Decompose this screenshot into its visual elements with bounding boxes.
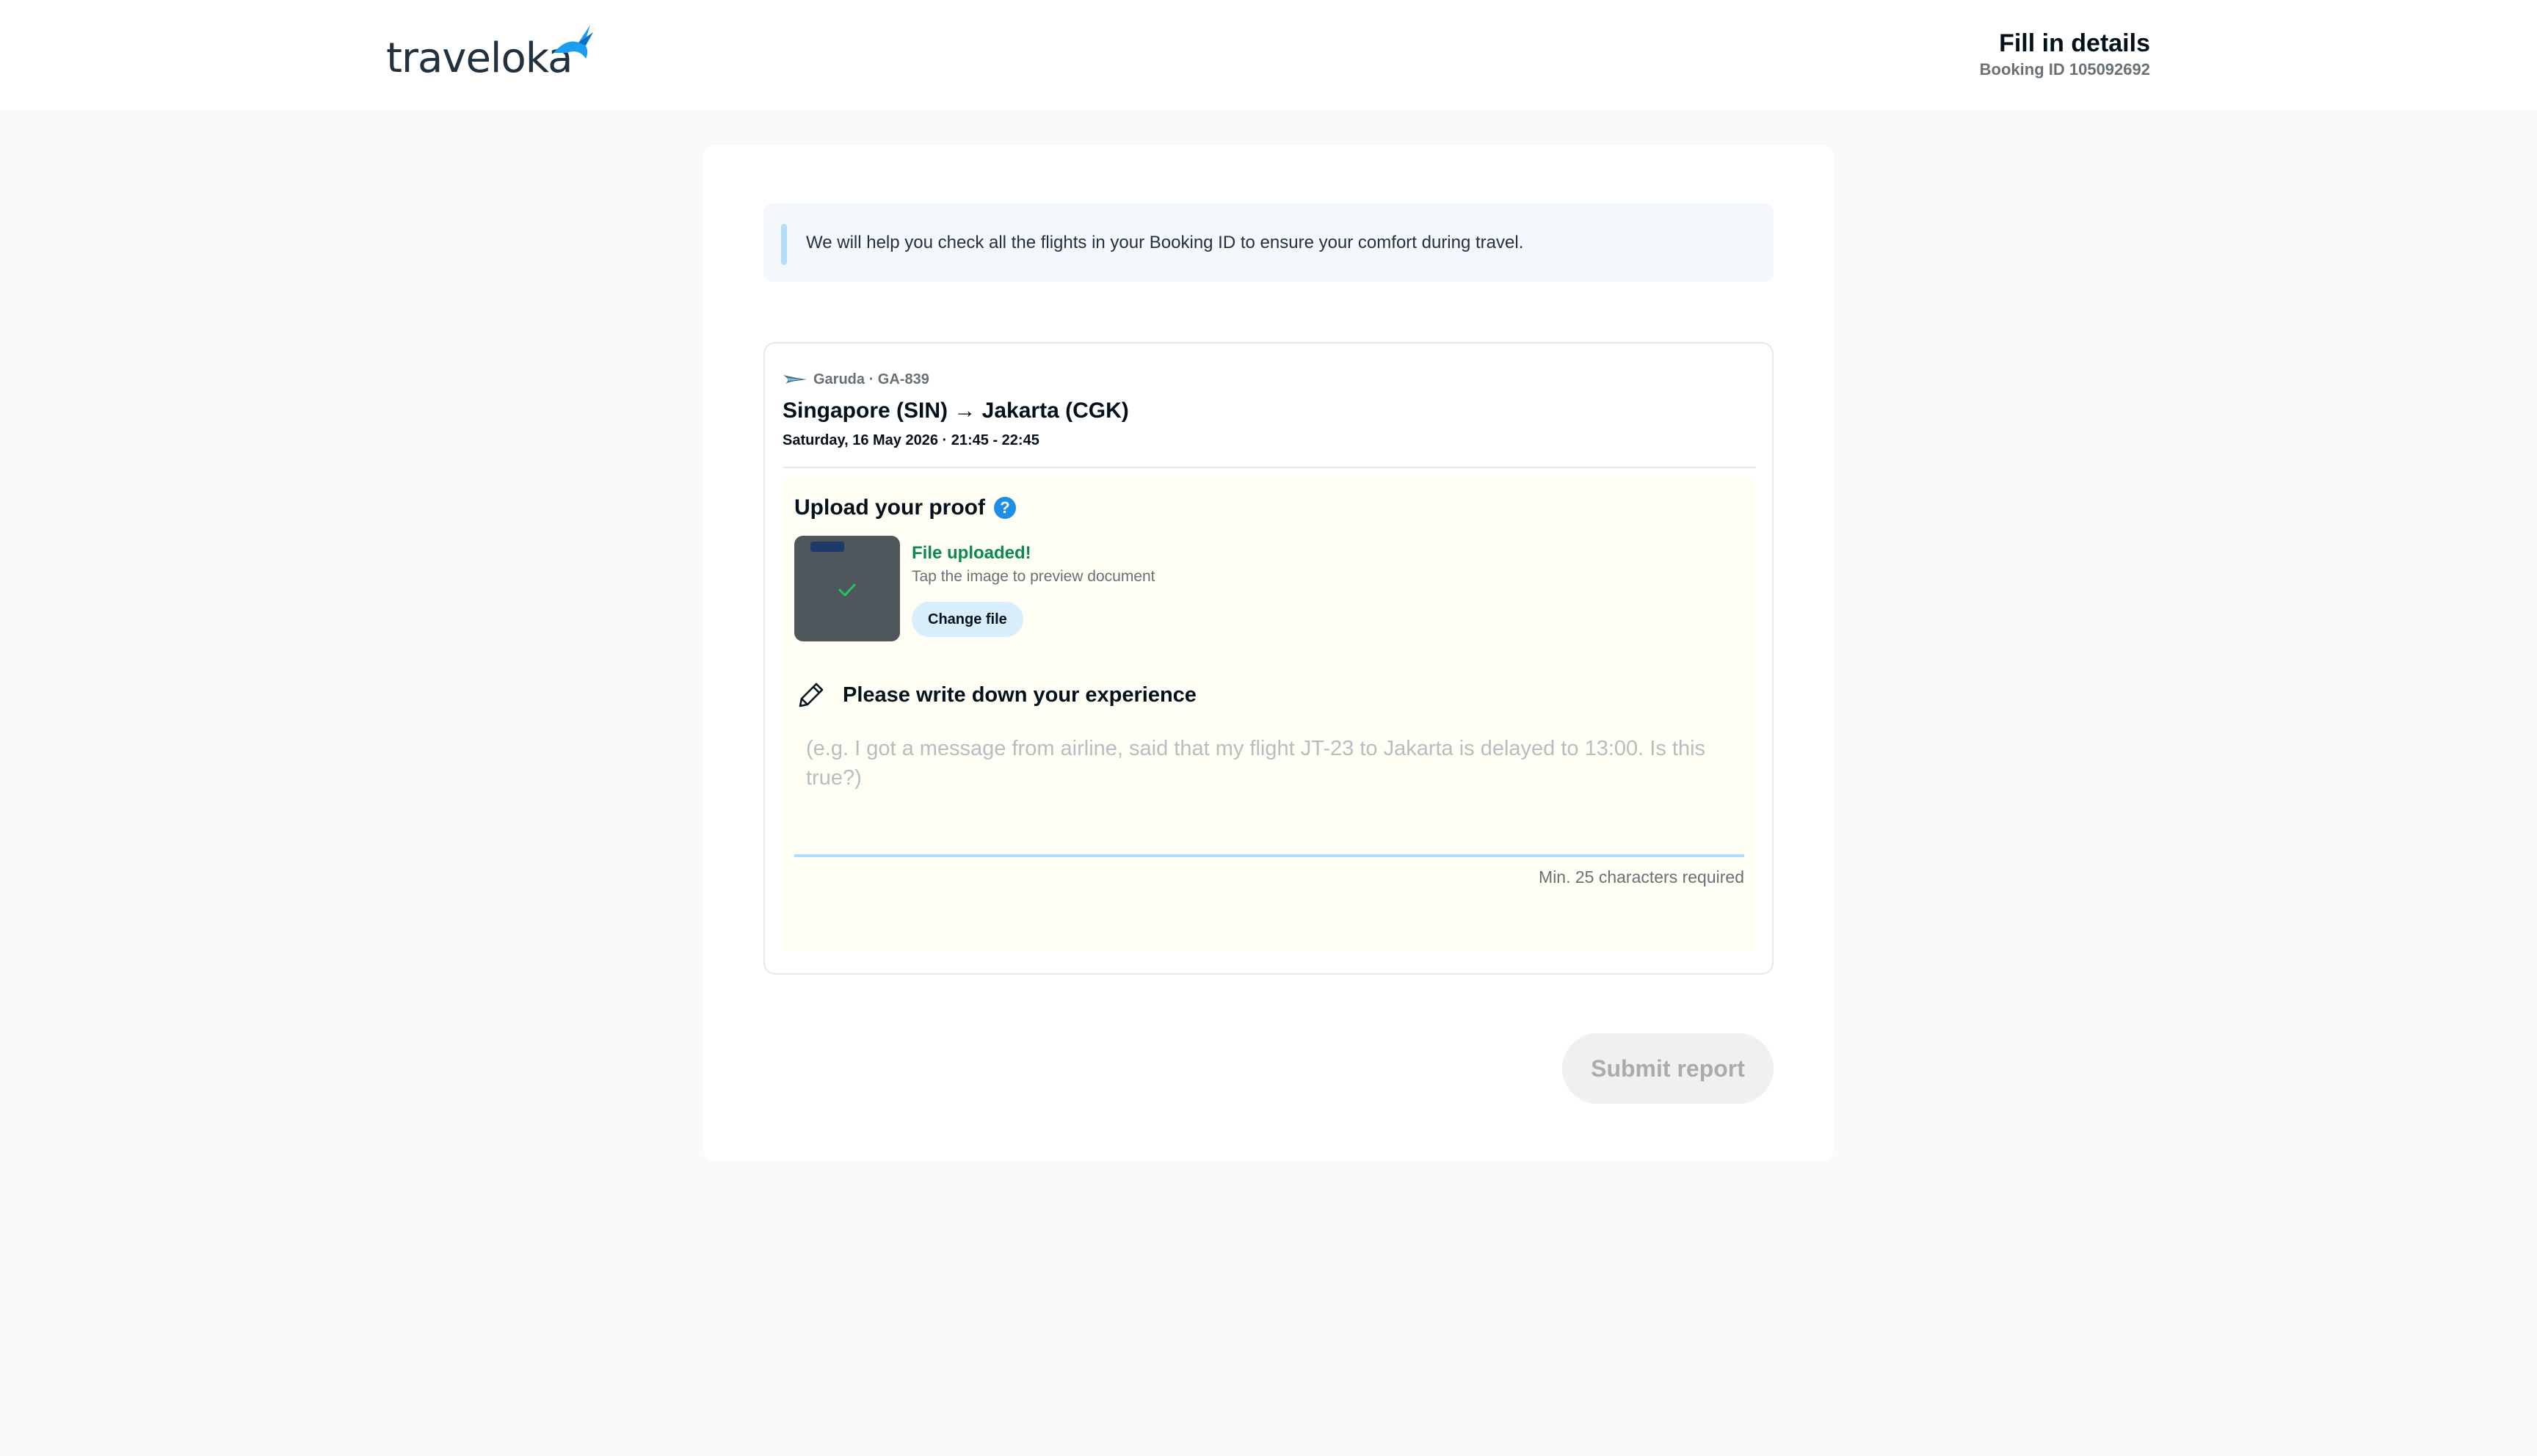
upload-panel: Upload your proof ? File uploaded! Tap t… — [783, 476, 1756, 950]
flight-datetime: Saturday, 16 May 2026 · 21:45 - 22:45 — [783, 432, 1039, 448]
document-preview — [810, 542, 844, 552]
info-text: We will help you check all the flights i… — [806, 233, 1524, 252]
min-characters-hint: Min. 25 characters required — [1539, 867, 1744, 887]
upload-hint: Tap the image to preview document — [912, 568, 1155, 585]
info-accent-bar — [781, 224, 787, 265]
pencil-icon — [799, 682, 824, 707]
help-icon[interactable]: ? — [993, 497, 1016, 519]
upload-title: Upload your proof ? — [794, 493, 1016, 523]
bird-logo-icon — [554, 25, 593, 59]
flight-card: Garuda · GA-839 Singapore (SIN) → Jakart… — [763, 342, 1774, 975]
traveloka-logo[interactable]: traveloka — [386, 21, 593, 82]
garuda-airline-icon — [783, 375, 807, 384]
top-bar: traveloka Fill in details Booking ID 105… — [0, 0, 2537, 110]
airline-row: Garuda · GA-839 — [783, 370, 929, 389]
upload-title-text: Upload your proof — [794, 495, 985, 520]
uploaded-file-thumbnail[interactable] — [794, 536, 900, 641]
change-file-button[interactable]: Change file — [912, 602, 1023, 637]
info-banner: We will help you check all the flights i… — [763, 203, 1774, 282]
divider — [783, 467, 1756, 468]
header-info: Fill in details Booking ID 105092692 — [1980, 28, 2150, 81]
page-title: Fill in details — [1999, 29, 2150, 57]
booking-id: Booking ID 105092692 — [1979, 60, 2150, 79]
checkmark-icon — [838, 583, 856, 597]
experience-title: Please write down your experience — [843, 683, 1197, 707]
upload-status: File uploaded! — [912, 543, 1031, 563]
flight-route: Singapore (SIN) → Jakarta (CGK) — [783, 398, 1129, 423]
experience-textarea[interactable] — [794, 725, 1744, 857]
submit-report-button[interactable]: Submit report — [1562, 1033, 1774, 1104]
logo-wordmark: traveloka — [386, 34, 573, 82]
airline-flight-number: Garuda · GA-839 — [813, 371, 929, 387]
experience-header: Please write down your experience — [794, 678, 1197, 712]
